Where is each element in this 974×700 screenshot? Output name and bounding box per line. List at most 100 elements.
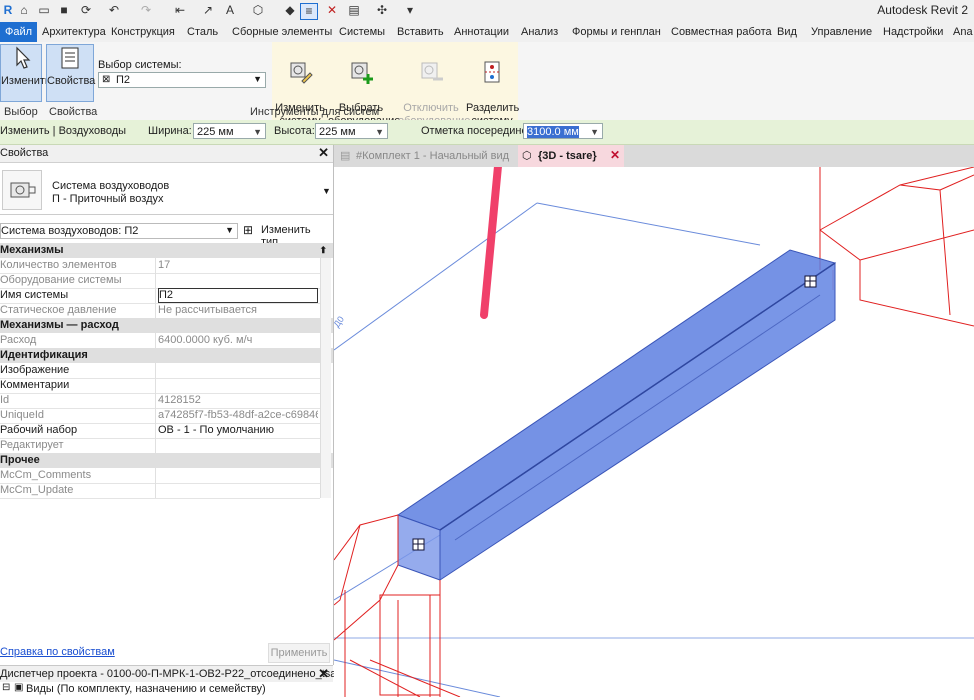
property-name: Расход [0, 333, 156, 348]
tab-analysis-extra[interactable]: Ana [953, 22, 973, 42]
property-name: Редактирует [0, 438, 156, 453]
property-row[interactable]: UniqueIda74285f7-fb53-48df-a2ce-c698463.… [0, 408, 320, 424]
property-row[interactable]: McCm_Comments [0, 468, 320, 484]
3d-view-icon[interactable]: ⬡ [250, 3, 266, 18]
property-name: Рабочий набор [0, 423, 156, 438]
tab-precast[interactable]: Сборные элементы [232, 22, 332, 42]
property-category[interactable]: Идентификация⬆ [0, 348, 333, 363]
3d-view-canvas[interactable]: Д0 [331, 123, 974, 698]
property-value[interactable]: ОВ - 1 - По умолчанию [158, 423, 318, 438]
property-category[interactable]: Прочее⬆ [0, 453, 333, 468]
tab-file[interactable]: Файл [0, 22, 37, 42]
tree-item-views[interactable]: Виды (По комплекту, назначению и семейст… [26, 683, 266, 695]
tab-collaborate[interactable]: Совместная работа [671, 22, 772, 42]
tab-massing-site[interactable]: Формы и генплан [572, 22, 661, 42]
property-row[interactable]: Изображение [0, 363, 320, 379]
disconnect-equipment-button[interactable]: Отключить оборудование [398, 46, 470, 127]
system-selector-dropdown[interactable]: ⊠ П2 ▼ [98, 72, 266, 88]
property-value[interactable] [158, 378, 318, 393]
property-row[interactable]: Комментарии [0, 378, 320, 394]
home-icon[interactable]: ⌂ [16, 3, 32, 18]
property-name: Изображение [0, 363, 156, 378]
property-value[interactable] [158, 363, 318, 378]
system-selector-value: П2 [116, 74, 131, 86]
tab-structure[interactable]: Конструкция [111, 22, 175, 42]
middle-elevation-dropdown[interactable]: 3100.0 мм ▼ [523, 123, 603, 139]
property-name: Комментарии [0, 378, 156, 393]
properties-help-link[interactable]: Справка по свойствам [0, 646, 115, 658]
height-value: 225 мм [319, 126, 356, 138]
properties-title-bar: Свойства ✕ [0, 145, 333, 163]
tab-architecture[interactable]: Архитектура [42, 22, 106, 42]
property-row[interactable]: Количество элементов 17 [0, 258, 320, 274]
group-label-system-tools: Инструменты для систем [250, 106, 380, 118]
workset-icon[interactable]: ✣ [374, 3, 390, 18]
customize-qat-icon[interactable]: ▾ [402, 3, 418, 18]
property-category[interactable]: Механизмы ⬆ [0, 243, 333, 258]
tab-analyze[interactable]: Анализ [521, 22, 558, 42]
properties-button[interactable]: Свойства [46, 44, 95, 102]
height-dropdown[interactable]: 225 мм ▼ [315, 123, 388, 139]
property-row[interactable]: Id 4128152 [0, 393, 320, 409]
modify-button[interactable]: Изменить [0, 44, 51, 102]
tab-insert[interactable]: Вставить [397, 22, 444, 42]
options-context-label: Изменить | Воздуховоды [0, 125, 127, 137]
duct-system-type-icon [10, 182, 36, 198]
undo-icon[interactable]: ↶ [106, 3, 122, 18]
property-value[interactable]: П2 [158, 288, 318, 303]
property-name: Оборудование системы [0, 273, 156, 288]
tag-icon[interactable]: A [222, 3, 238, 18]
options-bar: Изменить | Воздуховоды Ширина: 225 мм ▼ … [0, 120, 974, 145]
thin-lines-icon[interactable]: ≡ [300, 3, 318, 20]
close-hidden-icon[interactable]: ✕ [324, 3, 340, 18]
quick-access-toolbar: R ⌂ ▭ ■ ⟳ ↶ ↷ ⇤ ↗ A ⬡ ◆ ≡ ✕ ▤ ✣ ▾ Autode… [0, 0, 974, 22]
properties-scrollbar[interactable] [320, 258, 331, 498]
property-row[interactable]: Редактирует [0, 438, 320, 454]
property-row[interactable]: Статическое давление Не рассчитывается [0, 303, 320, 319]
section-icon[interactable]: ◆ [282, 3, 298, 18]
tab-manage[interactable]: Управление [811, 22, 872, 42]
open-icon[interactable]: ▭ [36, 3, 52, 18]
collapse-icon[interactable]: ⬆ [319, 243, 327, 258]
tab-view[interactable]: Вид [777, 22, 797, 42]
width-dropdown[interactable]: 225 мм ▼ [193, 123, 266, 139]
redo-icon[interactable]: ↷ [138, 3, 154, 18]
property-row[interactable]: McCm_Update [0, 483, 320, 499]
property-row[interactable]: Оборудование системы [0, 273, 320, 289]
project-browser-title: Диспетчер проекта - 0100-00-П-МРК-1-ОВ2-… [0, 668, 356, 680]
property-category[interactable]: Механизмы — расход⬆ [0, 318, 333, 333]
dimension-icon[interactable]: ↗ [200, 3, 216, 18]
measure-icon[interactable]: ⇤ [172, 3, 188, 18]
property-row[interactable]: Расход 6400.0000 куб. м/ч [0, 333, 320, 349]
save-icon[interactable]: ■ [56, 3, 72, 18]
tab-view-start[interactable]: ▤ #Комплект 1 - Начальный вид [334, 145, 518, 167]
sheet-icon: ▤ [340, 150, 351, 162]
tab-annotate[interactable]: Аннотации [454, 22, 509, 42]
tab-steel[interactable]: Сталь [187, 22, 218, 42]
divide-system-button[interactable]: Разделить систему [466, 46, 519, 127]
instance-selector-dropdown[interactable]: Система воздуховодов: П2 ▼ [0, 223, 238, 239]
type-selector-dropdown-icon[interactable]: ▼ [322, 186, 331, 196]
duct-system-icon: ⊠ [102, 74, 111, 85]
collapse-icon[interactable]: ⊟ [2, 682, 10, 693]
property-value: a74285f7-fb53-48df-a2ce-c698463... [158, 409, 318, 421]
close-icon[interactable]: ✕ [318, 145, 329, 161]
close-icon[interactable]: ✕ [318, 666, 329, 682]
property-value: 6400.0000 куб. м/ч [158, 334, 253, 346]
tab-view-3d[interactable]: ⬡ {3D - tsare} ✕ [518, 145, 624, 167]
sync-icon[interactable]: ⟳ [78, 3, 94, 18]
tab-systems[interactable]: Системы [339, 22, 385, 42]
tab-addins[interactable]: Надстройки [883, 22, 943, 42]
apply-button[interactable]: Применить [268, 643, 330, 663]
close-icon[interactable]: ✕ [610, 148, 620, 162]
property-row[interactable]: Имя системы П2 [0, 288, 320, 304]
property-name: McCm_Update [0, 483, 156, 498]
property-row[interactable]: Рабочий набор ОВ - 1 - По умолчанию [0, 423, 320, 439]
revit-logo-icon[interactable]: R [0, 3, 16, 18]
switch-windows-icon[interactable]: ▤ [346, 3, 362, 18]
properties-icon [61, 47, 79, 69]
select-equipment-button[interactable]: Выбрать оборудование [328, 46, 400, 127]
edit-type-icon: ⊞ [243, 223, 254, 237]
edit-system-button[interactable]: Изменить систему [274, 46, 326, 127]
edit-type-button[interactable]: ⊞ Изменить тип [243, 223, 329, 248]
